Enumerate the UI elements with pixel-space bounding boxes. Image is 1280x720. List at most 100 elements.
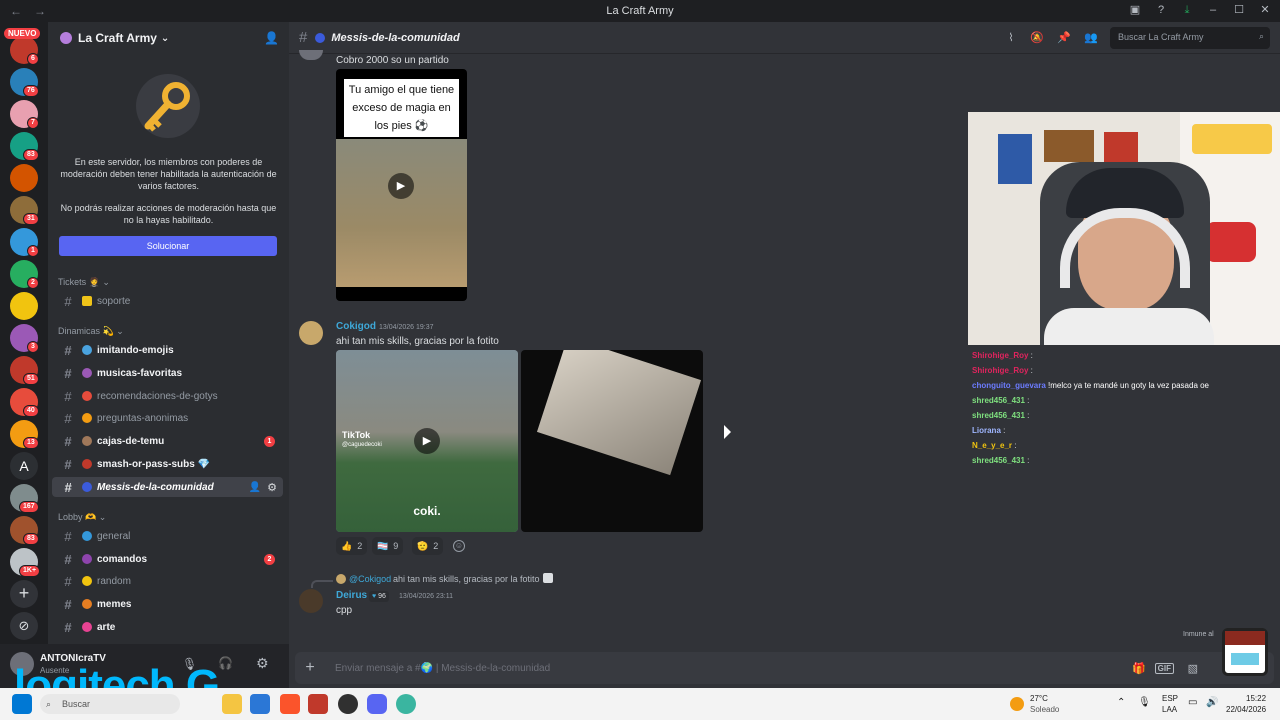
gift-icon[interactable]: 🎁 bbox=[1132, 662, 1146, 675]
reaction-emoji: 🫡 bbox=[417, 540, 429, 551]
video-attachment[interactable]: TikTok @caguedecoki ▶ coki. bbox=[336, 350, 518, 532]
help-icon[interactable]: ? bbox=[1154, 3, 1168, 17]
discord-icon[interactable] bbox=[367, 694, 387, 714]
forward-arrow-icon[interactable]: → bbox=[34, 4, 48, 18]
settings-gear-icon[interactable]: ⚙ bbox=[256, 655, 269, 672]
channel-preguntas-anonimas[interactable]: # preguntas-anonimas bbox=[52, 408, 283, 428]
channel-name: arte bbox=[97, 621, 116, 633]
store-icon[interactable] bbox=[250, 694, 270, 714]
headphones-icon[interactable]: 🎧 bbox=[218, 656, 233, 670]
app-icon[interactable] bbox=[308, 694, 328, 714]
message-composer[interactable]: + Enviar mensaje a #🌍 | Messis-de-la-com… bbox=[295, 652, 1274, 684]
stream-chat-overlay: Shirohige_Roy : Shirohige_Roy : chonguit… bbox=[972, 348, 1272, 468]
channel-imitando-emojis[interactable]: # imitando-emojis bbox=[52, 340, 283, 360]
obs-icon[interactable] bbox=[338, 694, 358, 714]
heart-icon: ♥ bbox=[372, 593, 377, 600]
network-icon[interactable]: ▭ bbox=[1188, 697, 1197, 708]
clock-time[interactable]: 15:22 bbox=[1246, 694, 1266, 703]
channel-memes[interactable]: # memes bbox=[52, 594, 283, 614]
fix-button[interactable]: Solucionar bbox=[59, 236, 277, 256]
inbox-icon[interactable]: ▣ bbox=[1128, 3, 1142, 17]
clock-date[interactable]: 22/04/2026 bbox=[1226, 705, 1266, 714]
image-attachment[interactable] bbox=[521, 350, 703, 532]
download-icon[interactable]: ⤓ bbox=[1180, 3, 1194, 17]
guild-header[interactable]: La Craft Army ⌄ 👤 bbox=[48, 22, 289, 54]
message-author[interactable]: Deirus bbox=[336, 590, 367, 601]
taskbar-search[interactable]: ⌕ Buscar bbox=[40, 694, 180, 714]
reply-preview[interactable]: ahi tan mis skills, gracias por la fotit… bbox=[393, 574, 540, 584]
server-badge: 13 bbox=[23, 437, 39, 449]
server-icon-9[interactable] bbox=[10, 292, 38, 320]
add-server-icon[interactable]: + bbox=[10, 580, 38, 608]
channel-comandos[interactable]: # comandos 2 bbox=[52, 549, 283, 569]
channel-emoji bbox=[82, 345, 92, 355]
threads-icon[interactable]: ⌇ bbox=[1004, 31, 1018, 45]
keyboard-layout[interactable]: LAA bbox=[1162, 705, 1177, 714]
server-badge: 3 bbox=[27, 341, 39, 353]
channel-smash-or-pass-subs[interactable]: # smash-or-pass-subs 💎 bbox=[52, 454, 283, 474]
reaction-flag[interactable]: 🏳️‍⚧️ 9 bbox=[372, 537, 404, 555]
member-list-icon[interactable]: 👥 bbox=[1084, 31, 1098, 45]
play-icon[interactable]: ▶ bbox=[388, 173, 414, 199]
chat-user: chonguito_guevara bbox=[972, 381, 1046, 390]
tray-chevron-icon[interactable]: ⌃ bbox=[1117, 697, 1125, 708]
moderation-text-1: En este servidor, los miembros con poder… bbox=[60, 157, 277, 191]
add-member-icon[interactable]: 👤 bbox=[249, 482, 261, 493]
shelf-toy bbox=[1206, 222, 1256, 262]
avatar[interactable] bbox=[299, 50, 323, 60]
gear-icon[interactable]: ⚙ bbox=[267, 481, 277, 494]
reaction-salute[interactable]: 🫡 2 bbox=[412, 537, 444, 555]
server-badge: 31 bbox=[23, 213, 39, 225]
shelf-items bbox=[1192, 124, 1272, 154]
sticker-icon[interactable]: ▧ bbox=[1188, 662, 1198, 675]
maximize-icon[interactable]: ☐ bbox=[1232, 3, 1246, 17]
video-attachment[interactable]: Tu amigo el que tiene exceso de magia en… bbox=[336, 69, 467, 301]
avatar[interactable] bbox=[299, 589, 323, 613]
back-arrow-icon[interactable]: ← bbox=[10, 4, 24, 18]
file-explorer-icon[interactable] bbox=[222, 694, 242, 714]
search-input[interactable]: Buscar La Craft Army ⌕ bbox=[1110, 27, 1270, 49]
invite-icon[interactable]: 👤 bbox=[264, 31, 279, 45]
category-lobby[interactable]: Lobby 🫶 ⌄ bbox=[58, 512, 106, 523]
channel-recomendaciones-de-gotys[interactable]: # recomendaciones-de-gotys bbox=[52, 386, 283, 406]
channel-emoji bbox=[82, 482, 92, 492]
windows-start-icon[interactable] bbox=[12, 694, 32, 714]
minimize-icon[interactable]: – bbox=[1206, 3, 1220, 17]
discover-icon[interactable]: ⊘ bbox=[10, 612, 38, 640]
channel-random[interactable]: # random bbox=[52, 571, 283, 591]
tiktok-label: TikTok bbox=[342, 430, 371, 440]
channel-musicas-favoritas[interactable]: # musicas-favoritas bbox=[52, 363, 283, 383]
server-badge: 1K+ bbox=[19, 565, 41, 577]
category-dinamicas[interactable]: Dinamicas 💫 ⌄ bbox=[58, 326, 124, 337]
microphone-icon[interactable]: 🎙 bbox=[1138, 697, 1151, 708]
channel-cajas-de-temu[interactable]: # cajas-de-temu 1 bbox=[52, 431, 283, 451]
channel-messis-de-la-comunidad[interactable]: # Messis-de-la-comunidad 👤 ⚙ bbox=[52, 477, 283, 497]
chat-sep: : bbox=[1000, 426, 1006, 435]
notification-mute-icon[interactable]: 🔕 bbox=[1030, 31, 1044, 45]
weather-desc: Soleado bbox=[1030, 705, 1060, 714]
language-code[interactable]: ESP bbox=[1162, 694, 1178, 703]
hash-icon: # bbox=[64, 619, 72, 635]
add-reaction-icon[interactable]: ☺ bbox=[453, 540, 465, 552]
poster bbox=[998, 134, 1032, 184]
chat-sep: : bbox=[1028, 351, 1033, 360]
channel-arte[interactable]: # arte bbox=[52, 617, 283, 637]
message-author[interactable]: Cokigod bbox=[336, 321, 376, 332]
brave-icon[interactable] bbox=[280, 694, 300, 714]
chat-line: Liorana : bbox=[972, 423, 1272, 438]
play-icon[interactable]: ▶ bbox=[414, 428, 440, 454]
reaction-thumbs-up[interactable]: 👍 2 bbox=[336, 537, 368, 555]
app2-icon[interactable] bbox=[396, 694, 416, 714]
pin-icon[interactable]: 📌 bbox=[1057, 31, 1071, 45]
volume-icon[interactable]: 🔊 bbox=[1206, 697, 1218, 708]
add-attachment-icon[interactable]: + bbox=[295, 659, 325, 677]
reply-reference[interactable]: @Cokigod bbox=[349, 574, 391, 584]
avatar[interactable] bbox=[299, 321, 323, 345]
server-icon-14[interactable]: A bbox=[10, 452, 38, 480]
channel-soporte[interactable]: # soporte bbox=[52, 291, 283, 311]
channel-general[interactable]: # general bbox=[52, 526, 283, 546]
close-icon[interactable]: ✕ bbox=[1258, 3, 1272, 17]
server-icon-5[interactable] bbox=[10, 164, 38, 192]
category-tickets[interactable]: Tickets 🤵 ⌄ bbox=[58, 277, 110, 288]
gif-icon[interactable]: GIF bbox=[1154, 662, 1174, 674]
